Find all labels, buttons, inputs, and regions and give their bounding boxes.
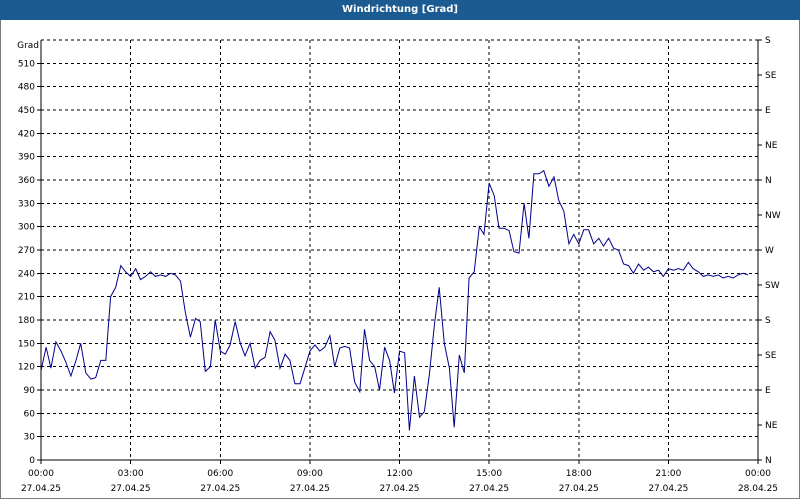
x-tick-time: 00:00: [745, 469, 771, 479]
y-tick-label: 180: [18, 316, 35, 326]
chart-frame: 0 30 60 90 120 150 180 210 240 270 300 330 360 390 420…: [0, 20, 800, 499]
y-tick-label: 60: [24, 409, 36, 419]
right-tick-label: SE: [765, 351, 777, 361]
right-tick-label: N: [765, 456, 772, 466]
x-tick-time: 15:00: [476, 469, 502, 479]
labels-layer: 0 30 60 90 120 150 180 210 240 270 300 330 360 390 420…: [17, 36, 781, 494]
x-tick-date: 27.04.25: [290, 484, 330, 494]
right-tick-label: E: [765, 386, 771, 396]
right-tick-label: NE: [765, 421, 778, 431]
x-tick-time: 09:00: [297, 469, 323, 479]
y-tick-label: 330: [18, 199, 35, 209]
right-tick-label: S: [765, 316, 771, 326]
x-tick-time: 21:00: [655, 469, 681, 479]
y-tick-label: 480: [18, 83, 35, 93]
y-tick-label: 210: [18, 293, 35, 303]
x-tick-time: 18:00: [566, 469, 592, 479]
y-tick-label: 450: [18, 106, 35, 116]
x-tick-date: 27.04.25: [21, 484, 61, 494]
x-tick-time: 03:00: [118, 469, 144, 479]
x-tick-time: 12:00: [387, 469, 413, 479]
wind-direction-line: [40, 169, 749, 431]
wind-direction-chart: 0 30 60 90 120 150 180 210 240 270 300 330 360 390 420…: [17, 36, 781, 494]
y-tick-label: 30: [24, 433, 36, 443]
right-tick-label: NW: [765, 211, 781, 221]
right-tick-label: SW: [765, 281, 780, 291]
y-axis-label: Grad: [17, 41, 39, 51]
right-tick-label: S: [765, 36, 771, 46]
y-tick-label: 300: [18, 223, 35, 233]
y-tick-label: 510: [18, 59, 35, 69]
y-tick-label: 120: [18, 363, 35, 373]
y-tick-label: 270: [18, 246, 35, 256]
chart-title: Windrichtung [Grad]: [0, 0, 800, 20]
x-tick-time: 06:00: [207, 469, 233, 479]
right-tick-label: SE: [765, 71, 777, 81]
x-tick-date: 27.04.25: [111, 484, 151, 494]
x-tick-date: 27.04.25: [379, 484, 419, 494]
x-tick-date: 28.04.25: [738, 484, 778, 494]
series-layer: [40, 169, 749, 431]
right-tick-label: NE: [765, 141, 778, 151]
y-tick-label: 240: [18, 269, 35, 279]
right-tick-label: N: [765, 176, 772, 186]
y-tick-label: 150: [18, 339, 35, 349]
x-tick-date: 27.04.25: [200, 484, 240, 494]
y-tick-label: 360: [18, 176, 35, 186]
x-tick-time: 00:00: [28, 469, 54, 479]
y-tick-label: 390: [18, 153, 35, 163]
grid-layer: [41, 39, 758, 460]
x-tick-date: 27.04.25: [559, 484, 599, 494]
right-tick-label: W: [765, 246, 774, 256]
y-tick-label: 420: [18, 129, 35, 139]
right-tick-label: E: [765, 106, 771, 116]
x-tick-date: 27.04.25: [648, 484, 688, 494]
x-tick-date: 27.04.25: [469, 484, 509, 494]
y-tick-label: 90: [24, 386, 36, 396]
y-tick-label: 0: [29, 456, 35, 466]
